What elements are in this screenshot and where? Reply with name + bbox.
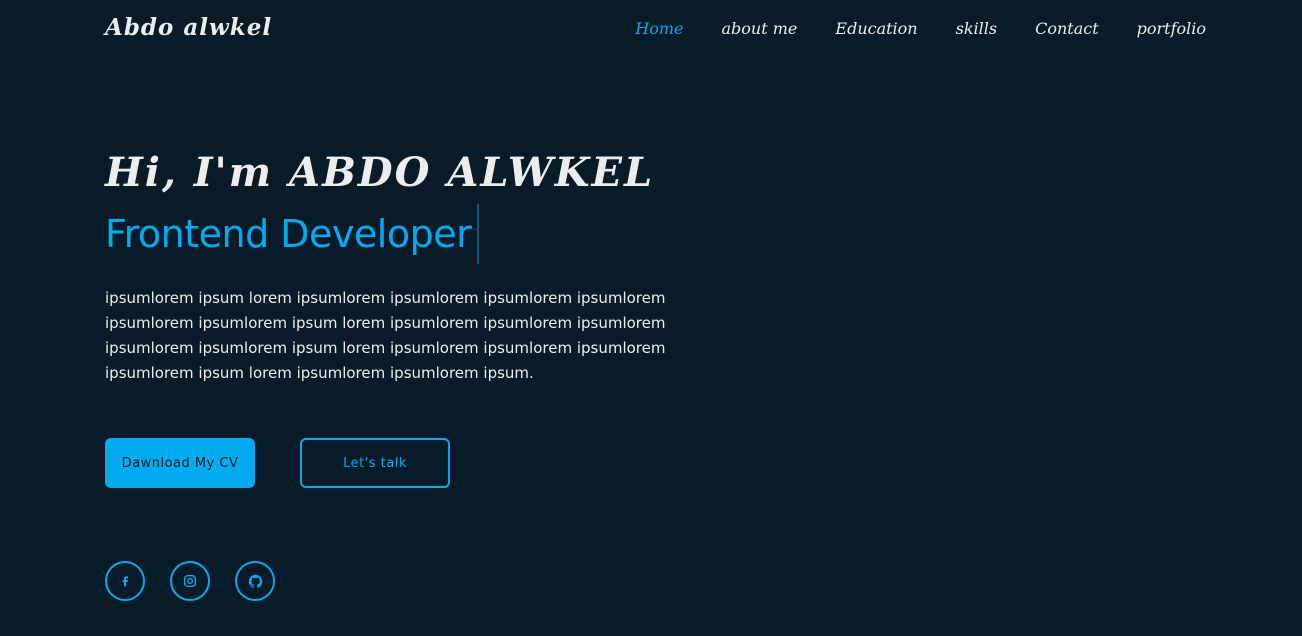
download-cv-button[interactable]: Dawnload My CV [105,438,255,488]
nav-link-portfolio[interactable]: portfolio [1137,18,1206,40]
nav-link-about-me[interactable]: about me [722,18,798,40]
social-links [105,561,275,601]
nav-link-education[interactable]: Education [835,18,917,40]
main-nav: Home about me Education skills Contact p… [635,18,1206,40]
hero-greeting: Hi, I'm ABDO ALWKEL [105,149,655,196]
nav-link-contact[interactable]: Contact [1035,18,1099,40]
hero-role-line: Frontend Developer [105,204,725,264]
hero-role: Frontend Developer [105,212,472,256]
instagram-icon [184,575,196,587]
instagram-link[interactable] [170,561,210,601]
github-link[interactable] [235,561,275,601]
github-icon [248,574,262,588]
facebook-link[interactable] [105,561,145,601]
nav-link-skills[interactable]: skills [956,18,997,40]
hero-section: Hi, I'm ABDO ALWKEL Frontend Developer i… [105,146,725,401]
facebook-icon [122,576,128,587]
hero-description: ipsumlorem ipsum lorem ipsumlorem ipsuml… [105,289,666,382]
hero-buttons: Dawnload My CV Let's talk [105,438,450,488]
brand-logo[interactable]: Abdo alwkel [105,12,272,44]
typing-cursor [477,204,480,264]
lets-talk-button[interactable]: Let's talk [300,438,450,488]
nav-link-home[interactable]: Home [635,18,683,40]
